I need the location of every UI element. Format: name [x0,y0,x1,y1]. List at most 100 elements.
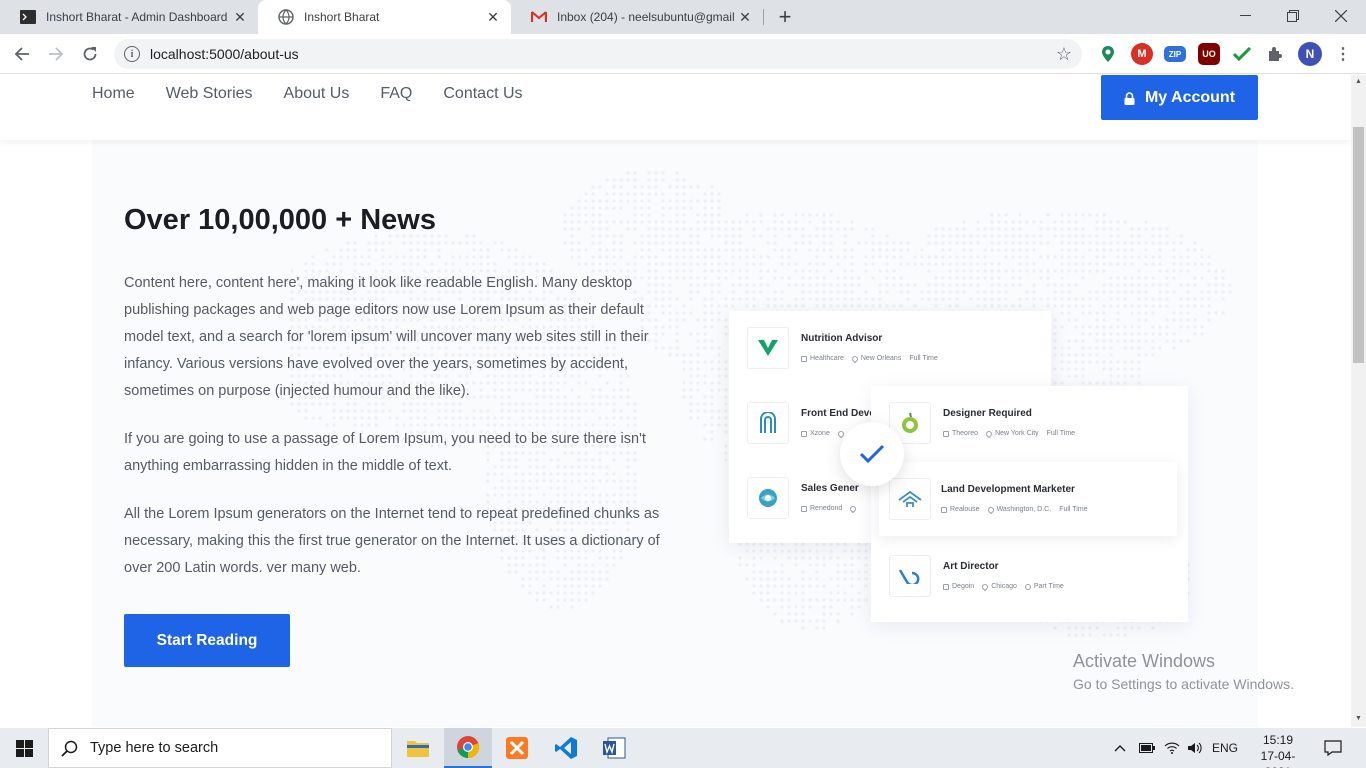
close-window-icon[interactable] [1318,0,1364,32]
job-meta: Theoreo New York City Full Time [943,429,1076,438]
location-pin-icon [849,504,858,513]
url-text[interactable]: localhost:5000/about-us [150,46,299,62]
job-meta: Healthcare New Orleans Full Time [801,354,938,363]
job-company: Healthcare [810,355,844,362]
location-extension-icon[interactable] [1097,43,1119,65]
close-tab-icon[interactable]: ✕ [735,7,755,27]
chrome-icon[interactable] [444,728,492,768]
browser-toolbar: i localhost:5000/about-us ☆ M ZIP UO N ⋮ [0,34,1366,74]
job-meta: Xzone [801,429,846,438]
building-icon [943,430,949,437]
about-section: Over 10,00,000 + News Content here, cont… [92,140,1258,727]
about-paragraph-3: All the Lorem Ipsum generators on the In… [124,506,660,576]
gmail-icon [531,9,547,25]
tab-admin-dashboard[interactable]: Inshort Bharat - Admin Dashboard ✕ [0,0,258,34]
volume-icon[interactable] [1187,728,1203,768]
terminal-icon [20,9,36,25]
job-listing: Art Director Degoin Chicago Part Time [871,539,1188,613]
profile-avatar[interactable]: N [1298,42,1322,66]
show-hidden-icons[interactable] [1114,728,1126,768]
tab-inshort-bharat[interactable]: Inshort Bharat ✕ [258,0,511,34]
site-info-icon[interactable]: i [124,46,140,62]
job-meta: Renedond [801,504,858,513]
company-logo [747,477,789,519]
system-clock[interactable]: 15:19 17-04-2021 [1248,732,1308,768]
clock-icon [1024,583,1031,590]
reload-icon[interactable] [76,40,104,68]
job-company: Theoreo [952,430,979,437]
location-pin-icon [980,582,990,591]
taskbar-search-box[interactable]: Type here to search [48,728,392,768]
job-location: New York City [995,430,1039,437]
globe-icon [278,9,294,25]
job-title: Sales Gener [801,483,859,494]
tab-gmail-inbox[interactable]: Inbox (204) - neelsubuntu@gmail.com ✕ [511,0,763,34]
puzzle-icon[interactable] [1264,43,1286,65]
forward-icon[interactable] [42,40,70,68]
menu-kebab-icon[interactable]: ⋮ [1332,43,1354,65]
page-viewport: Home Web Stories About Us FAQ Contact Us… [0,75,1351,727]
nav-faq[interactable]: FAQ [380,85,412,103]
vscode-icon[interactable] [542,728,590,768]
nav-about-us[interactable]: About Us [284,85,350,103]
close-tab-icon[interactable]: ✕ [230,7,250,27]
new-tab-icon[interactable]: + [773,4,797,29]
clock-date: 17-04-2021 [1260,749,1296,768]
job-company: Renedond [810,505,843,512]
search-icon [61,740,78,757]
restore-icon[interactable] [1270,0,1316,32]
job-title: Designer Required [943,408,1032,419]
gmail-extension-icon[interactable]: M [1131,43,1153,65]
notifications-icon[interactable] [1324,728,1342,768]
scroll-down-icon[interactable]: ▼ [1355,715,1362,722]
job-company: Degoin [952,583,975,590]
start-reading-button[interactable]: Start Reading [124,614,290,667]
word-icon[interactable] [590,728,638,768]
location-pin-icon [850,354,860,363]
zip-extension-icon[interactable]: ZIP [1164,46,1186,62]
bookmark-star-icon[interactable]: ☆ [1056,44,1072,65]
job-company: Xzone [810,430,830,437]
back-icon[interactable] [8,40,36,68]
tab-title: Inshort Bharat - Admin Dashboard [46,10,228,24]
nav-contact-us[interactable]: Contact Us [443,85,522,103]
scroll-up-icon[interactable]: ▲ [1355,78,1362,85]
job-type: Full Time [1059,506,1088,513]
check-extension-icon[interactable] [1231,43,1253,65]
wifi-icon[interactable] [1164,728,1180,768]
location-pin-icon [984,429,994,438]
tab-separator [763,9,764,25]
clock-time: 15:19 [1262,733,1294,747]
address-bar[interactable]: i localhost:5000/about-us ☆ [114,39,1082,69]
close-tab-icon[interactable]: ✕ [483,7,503,27]
about-paragraph-1: Content here, content here', making it l… [124,275,649,399]
company-logo [747,402,789,444]
scrollbar-thumb[interactable] [1353,127,1364,363]
page-scrollbar[interactable]: ▲ ▼ [1351,75,1366,727]
windows-start-icon[interactable] [0,728,48,768]
nav-home[interactable]: Home [92,85,135,103]
my-account-button[interactable]: My Account [1101,75,1258,120]
company-logo [747,327,789,369]
job-listing: Nutrition Advisor Healthcare New Orleans… [729,311,1051,385]
file-explorer-icon[interactable] [394,728,442,768]
windows-taskbar: Type here to search ENG 15:19 17-04-2021 [0,728,1366,768]
about-paragraph-2: If you are going to use a passage of Lor… [124,431,646,474]
company-logo [889,478,931,520]
battery-icon[interactable] [1139,728,1155,768]
job-title: Land Development Marketer [941,484,1075,495]
ublock-icon[interactable]: UO [1198,43,1220,65]
building-icon [801,430,807,437]
job-location: Washington, D.C. [996,506,1052,513]
input-language[interactable]: ENG [1212,728,1238,768]
tab-title: Inbox (204) - neelsubuntu@gmail.com [557,10,735,24]
site-header: Home Web Stories About Us FAQ Contact Us… [0,75,1351,140]
job-company: Realouse [950,506,980,513]
xampp-icon[interactable] [493,728,541,768]
job-type: Part Time [1033,583,1064,590]
job-type: Full Time [1046,430,1076,437]
taskbar-search-placeholder: Type here to search [90,740,219,756]
minimize-icon[interactable] [1222,0,1268,32]
building-icon [801,505,807,512]
nav-web-stories[interactable]: Web Stories [166,85,253,103]
